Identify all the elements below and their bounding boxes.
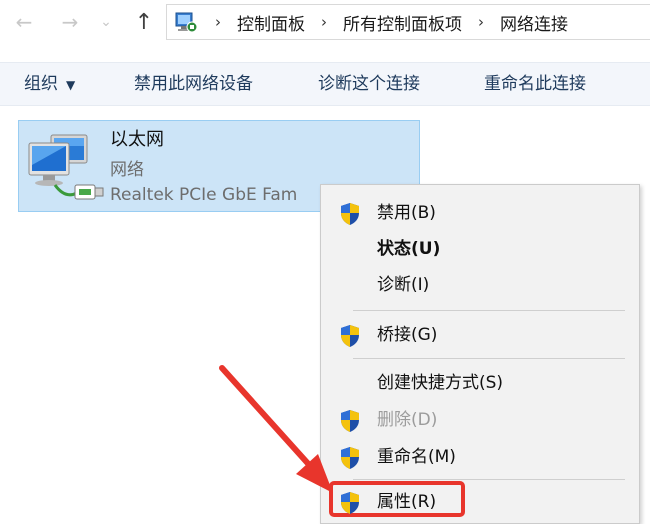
menu-item-label: 禁用(B): [377, 203, 436, 223]
uac-shield-icon: [339, 409, 361, 433]
network-adapter-icon: [25, 129, 111, 205]
menu-item-label: 诊断(I): [377, 275, 430, 295]
breadcrumb-network-connections[interactable]: 网络连接: [500, 10, 568, 35]
uac-shield-icon: [339, 491, 361, 515]
menu-separator: [353, 310, 625, 311]
breadcrumb-separator-icon: ›: [215, 13, 221, 31]
arrow-left-icon: ←: [15, 10, 33, 34]
menu-item-label: 删除(D): [377, 410, 438, 430]
breadcrumb-separator-icon: ›: [478, 13, 484, 31]
adapter-network-label: 网络: [110, 160, 144, 180]
back-button[interactable]: ←: [10, 8, 38, 36]
breadcrumb-control-panel[interactable]: 控制面板: [237, 10, 305, 35]
uac-shield-icon: [339, 202, 361, 226]
context-menu: 禁用(B) 状态(U) 诊断(I) 桥接(G) 创建快捷方式(S) 删除(D) …: [320, 184, 640, 524]
adapter-name: 以太网: [110, 129, 164, 150]
organize-button[interactable]: 组织 ▼: [24, 63, 75, 105]
uac-shield-icon: [339, 446, 361, 470]
menu-item-label: 状态(U): [377, 239, 441, 259]
breadcrumb[interactable]: › 控制面板 › 所有控制面板项 › 网络连接: [166, 4, 650, 40]
breadcrumb-all-items[interactable]: 所有控制面板项: [343, 10, 462, 35]
menu-item-properties[interactable]: 属性(R): [321, 484, 639, 520]
arrow-up-icon: ↑: [134, 9, 154, 35]
menu-item-label: 创建快捷方式(S): [377, 373, 504, 393]
organize-label: 组织: [24, 74, 58, 94]
diagnose-button[interactable]: 诊断这个连接: [318, 63, 420, 105]
menu-separator: [353, 479, 625, 480]
up-button[interactable]: ↑: [130, 8, 158, 36]
address-bar: ← → ⌄ ↑ › 控制面板 › 所有控制面板项 › 网络连接: [0, 0, 650, 44]
menu-item-rename[interactable]: 重命名(M): [321, 439, 639, 475]
menu-separator: [353, 358, 625, 359]
recent-locations-button[interactable]: ⌄: [92, 8, 120, 36]
menu-item-diagnose[interactable]: 诊断(I): [321, 267, 639, 303]
arrow-right-icon: →: [61, 10, 79, 34]
chevron-down-icon: ⌄: [100, 14, 112, 30]
menu-item-create-shortcut[interactable]: 创建快捷方式(S): [321, 365, 639, 401]
breadcrumb-separator-icon: ›: [321, 13, 327, 31]
menu-item-label: 桥接(G): [377, 325, 438, 345]
menu-item-disable[interactable]: 禁用(B): [321, 195, 639, 231]
menu-item-status[interactable]: 状态(U): [321, 231, 639, 267]
forward-button[interactable]: →: [56, 8, 84, 36]
rename-connection-button[interactable]: 重命名此连接: [484, 63, 586, 105]
adapter-description: Realtek PCIe GbE Fam: [110, 185, 298, 205]
disable-device-button[interactable]: 禁用此网络设备: [134, 63, 253, 105]
command-bar: 组织 ▼ 禁用此网络设备 诊断这个连接 重命名此连接: [0, 62, 650, 106]
menu-item-delete: 删除(D): [321, 402, 639, 438]
menu-item-label: 重命名(M): [377, 447, 456, 467]
menu-item-label: 属性(R): [377, 492, 437, 512]
control-panel-icon: [173, 9, 199, 35]
uac-shield-icon: [339, 324, 361, 348]
caret-down-icon: ▼: [66, 78, 76, 92]
menu-item-bridge[interactable]: 桥接(G): [321, 317, 639, 353]
